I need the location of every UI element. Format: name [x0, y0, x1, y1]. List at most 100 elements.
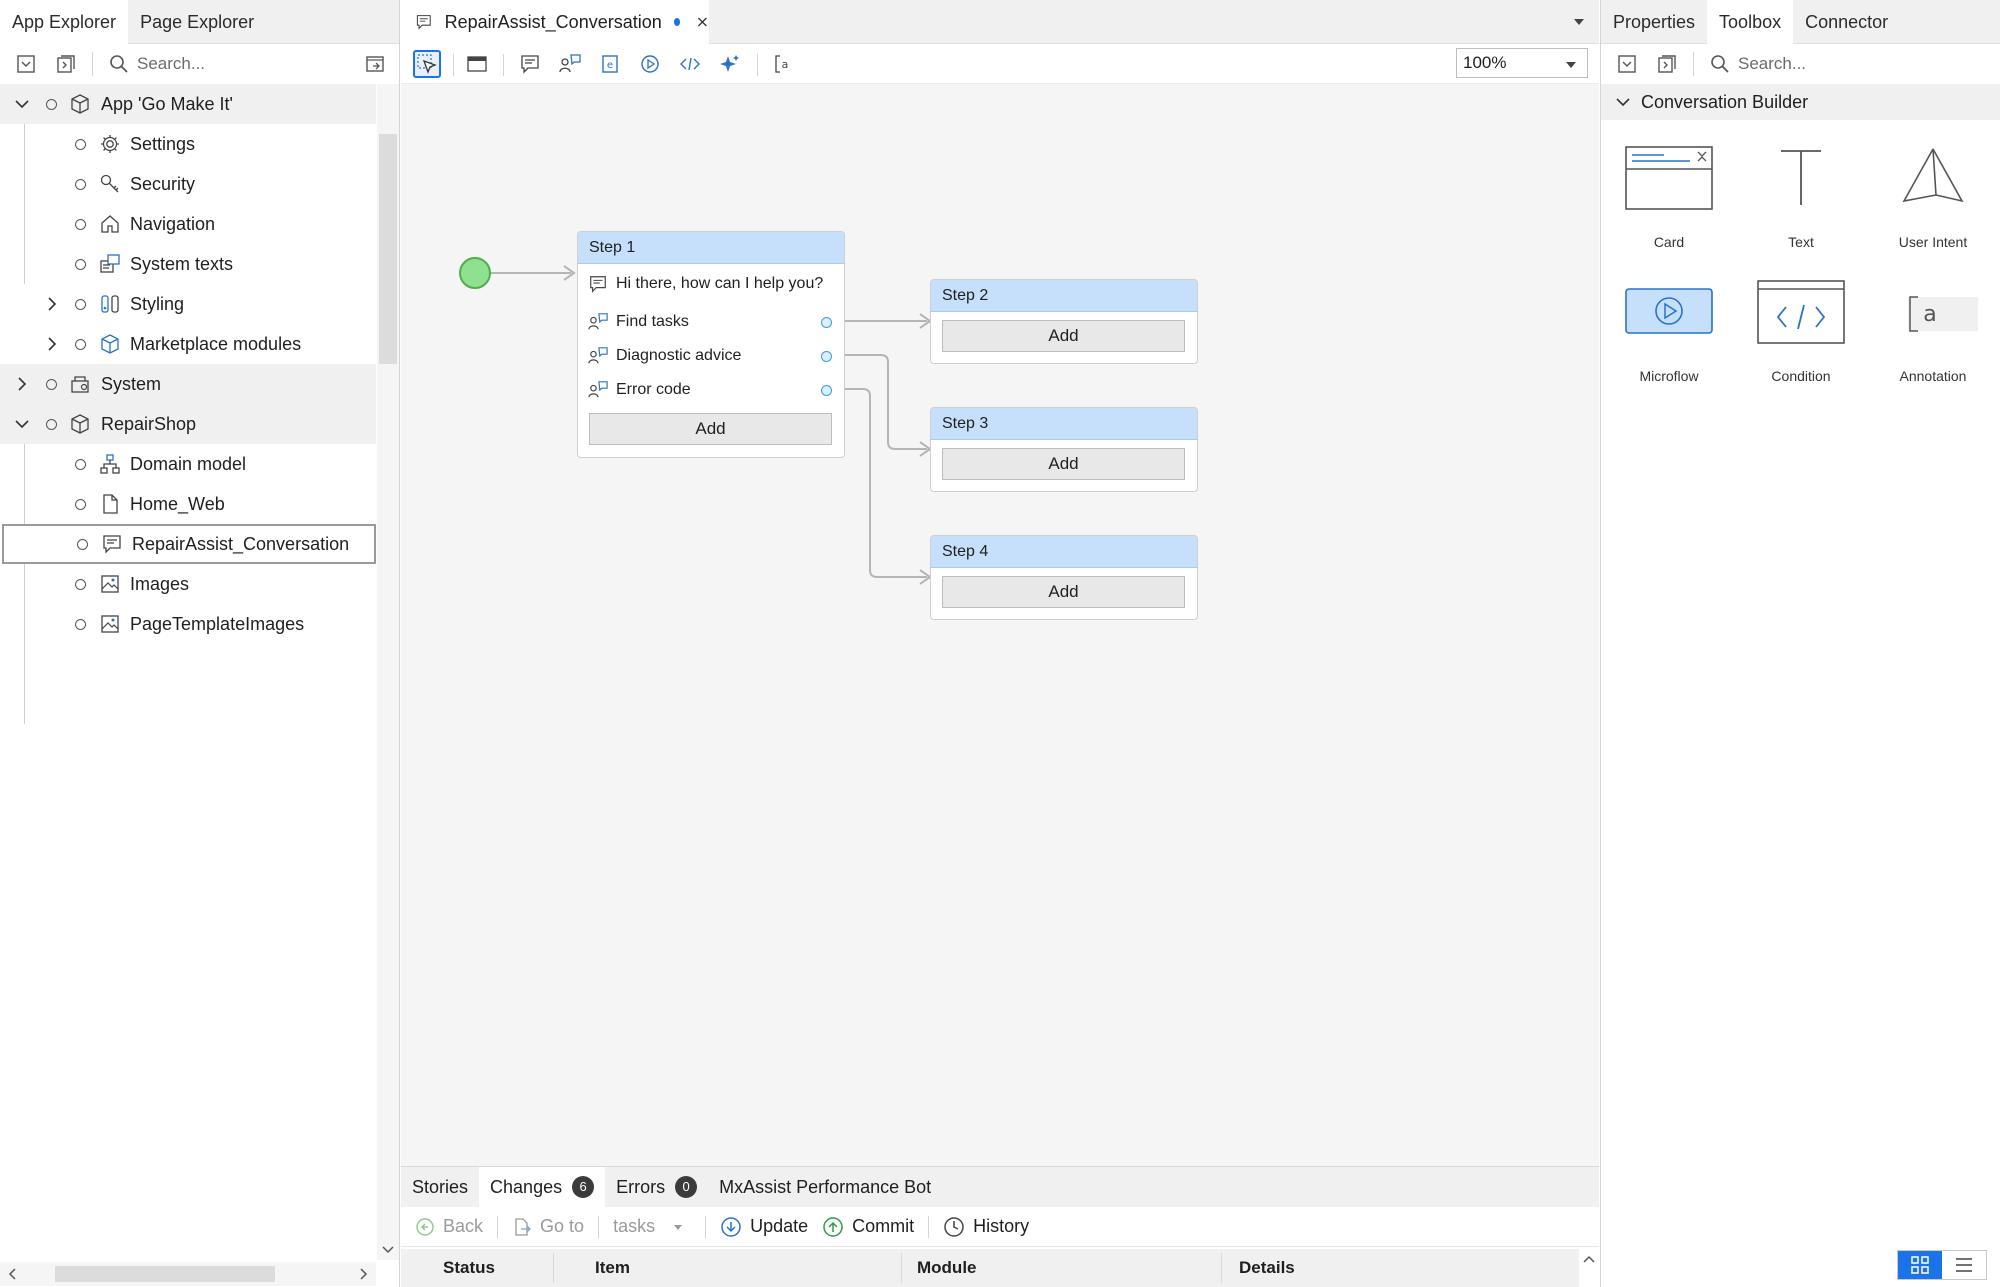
toolbox-item-annotation[interactable]: a Annotation — [1868, 262, 1998, 384]
ai-assist-tool-button[interactable] — [716, 50, 744, 78]
tab-errors[interactable]: Errors 0 — [605, 1167, 708, 1207]
column-divider[interactable] — [553, 1253, 554, 1283]
list-view-button[interactable] — [1942, 1251, 1986, 1279]
tab-list-dropdown-icon[interactable] — [1573, 16, 1585, 28]
back-button[interactable]: Back — [415, 1216, 483, 1237]
intent-find-tasks[interactable]: Find tasks — [588, 306, 689, 338]
chevron-down-icon[interactable] — [14, 416, 30, 432]
tree-item-styling[interactable]: Styling — [0, 284, 376, 324]
collapse-all-icon[interactable] — [1613, 50, 1641, 78]
tree-item-system[interactable]: System — [0, 364, 376, 404]
toolbar-divider — [598, 1215, 600, 1238]
chevron-right-icon[interactable] — [14, 376, 30, 392]
scroll-up-icon[interactable] — [1582, 1253, 1596, 1267]
microflow-tool-button[interactable] — [636, 50, 664, 78]
tree-item-images[interactable]: Images — [0, 564, 376, 604]
toolbox-item-microflow[interactable]: Microflow — [1604, 262, 1734, 384]
intent-port[interactable] — [821, 351, 832, 362]
add-button[interactable]: Add — [589, 413, 832, 445]
sync-document-icon[interactable] — [361, 50, 389, 78]
intent-error-code[interactable]: Error code — [588, 374, 691, 406]
user-intent-tool-button[interactable] — [556, 50, 584, 78]
start-node[interactable] — [459, 257, 491, 289]
tree-item-repairassist-conversation[interactable]: RepairAssist_Conversation — [2, 524, 376, 564]
step-title: Step 2 — [931, 280, 1197, 312]
toolbox-item-user-intent[interactable]: User Intent — [1868, 128, 1998, 250]
tree-item-system-texts[interactable]: System texts — [0, 244, 376, 284]
step-3-card[interactable]: Step 3 Add — [930, 407, 1198, 492]
zoom-select[interactable]: 100% — [1456, 48, 1588, 78]
goto-button[interactable]: Go to — [512, 1216, 584, 1237]
column-divider[interactable] — [1221, 1253, 1222, 1283]
scroll-down-icon[interactable] — [381, 1242, 395, 1256]
chevron-right-icon[interactable] — [44, 336, 60, 352]
update-arrow-icon — [721, 1216, 741, 1237]
history-button[interactable]: History — [943, 1216, 1029, 1238]
left-search-input[interactable]: Search... — [109, 54, 205, 74]
step-4-card[interactable]: Step 4 Add — [930, 535, 1198, 620]
document-tab[interactable]: RepairAssist_Conversation — [401, 0, 709, 44]
tree-item-marketplace-modules[interactable]: Marketplace modules — [0, 324, 376, 364]
tab-app-explorer[interactable]: App Explorer — [0, 0, 129, 44]
condition-tool-button[interactable] — [676, 50, 704, 78]
message-tool-button[interactable] — [516, 50, 544, 78]
tree-item-navigation[interactable]: Navigation — [0, 204, 376, 244]
tab-stories[interactable]: Stories — [401, 1167, 479, 1207]
bot-message[interactable]: Hi there, how can I help you? — [588, 268, 823, 300]
column-item[interactable]: Item — [595, 1258, 630, 1278]
tab-mxassist-performance-bot[interactable]: MxAssist Performance Bot — [708, 1167, 942, 1207]
tree-item-security[interactable]: Security — [0, 164, 376, 204]
expand-icon[interactable] — [1653, 50, 1681, 78]
step-2-card[interactable]: Step 2 Add — [930, 279, 1198, 364]
chevron-down-icon[interactable] — [14, 96, 30, 112]
collapse-all-icon[interactable] — [12, 50, 40, 78]
tab-connector[interactable]: Connector — [1793, 0, 1900, 44]
tab-toolbox[interactable]: Toolbox — [1707, 0, 1794, 44]
tree-item-pagetemplateimages[interactable]: PageTemplateImages — [0, 604, 376, 644]
add-button[interactable]: Add — [942, 448, 1185, 480]
step-1-card[interactable]: Step 1 Hi there, how can I help you? Fin… — [577, 231, 845, 458]
intent-port[interactable] — [821, 385, 832, 396]
tree-item-domain-model[interactable]: Domain model — [0, 444, 376, 484]
left-vertical-scrollbar[interactable] — [377, 84, 399, 1260]
scroll-left-icon[interactable] — [6, 1267, 20, 1281]
toolbox-item-condition[interactable]: Condition — [1736, 262, 1866, 384]
column-module[interactable]: Module — [917, 1258, 977, 1278]
commit-button[interactable]: Commit — [822, 1216, 914, 1238]
tab-page-explorer[interactable]: Page Explorer — [128, 0, 266, 44]
card-tool-button[interactable] — [463, 50, 491, 78]
toolbox-item-card[interactable]: Card — [1604, 128, 1734, 250]
column-details[interactable]: Details — [1239, 1258, 1295, 1278]
scroll-thumb[interactable] — [55, 1266, 275, 1282]
tree-label: Domain model — [130, 453, 247, 474]
update-button[interactable]: Update — [720, 1216, 808, 1238]
column-divider[interactable] — [901, 1253, 902, 1283]
expand-icon[interactable] — [52, 50, 80, 78]
annotation-tool-button[interactable]: a — [769, 50, 797, 78]
tree-item-repairshop[interactable]: RepairShop — [0, 404, 376, 444]
column-status[interactable]: Status — [443, 1258, 495, 1278]
grid-view-button[interactable] — [1898, 1251, 1942, 1279]
tasks-dropdown[interactable]: tasks — [613, 1216, 691, 1237]
tree-item-settings[interactable]: Settings — [0, 124, 376, 164]
tree-item-home-web[interactable]: Home_Web — [0, 484, 376, 524]
add-button[interactable]: Add — [942, 320, 1185, 352]
conversation-canvas[interactable]: Step 1 Hi there, how can I help you? Fin… — [401, 84, 1599, 1166]
add-button[interactable]: Add — [942, 576, 1185, 608]
scroll-right-icon[interactable] — [356, 1267, 370, 1281]
pointer-tool[interactable] — [413, 50, 441, 78]
tree-item-app[interactable]: App 'Go Make It' — [0, 84, 393, 124]
scroll-thumb[interactable] — [379, 134, 397, 364]
tab-changes[interactable]: Changes 6 — [479, 1167, 606, 1207]
intent-diagnostic-advice[interactable]: Diagnostic advice — [588, 340, 741, 372]
toolbox-search-input[interactable]: Search... — [1710, 54, 1806, 74]
tab-properties[interactable]: Properties — [1601, 0, 1707, 44]
left-horizontal-scrollbar[interactable] — [0, 1262, 376, 1286]
toolbar-divider — [92, 52, 93, 76]
toolbox-item-text[interactable]: Text — [1736, 128, 1866, 250]
intent-port[interactable] — [821, 317, 832, 328]
entity-tool-button[interactable]: e — [596, 50, 624, 78]
close-icon[interactable] — [696, 14, 709, 30]
conversation-builder-section[interactable]: Conversation Builder — [1601, 84, 2000, 120]
chevron-right-icon[interactable] — [44, 296, 60, 312]
